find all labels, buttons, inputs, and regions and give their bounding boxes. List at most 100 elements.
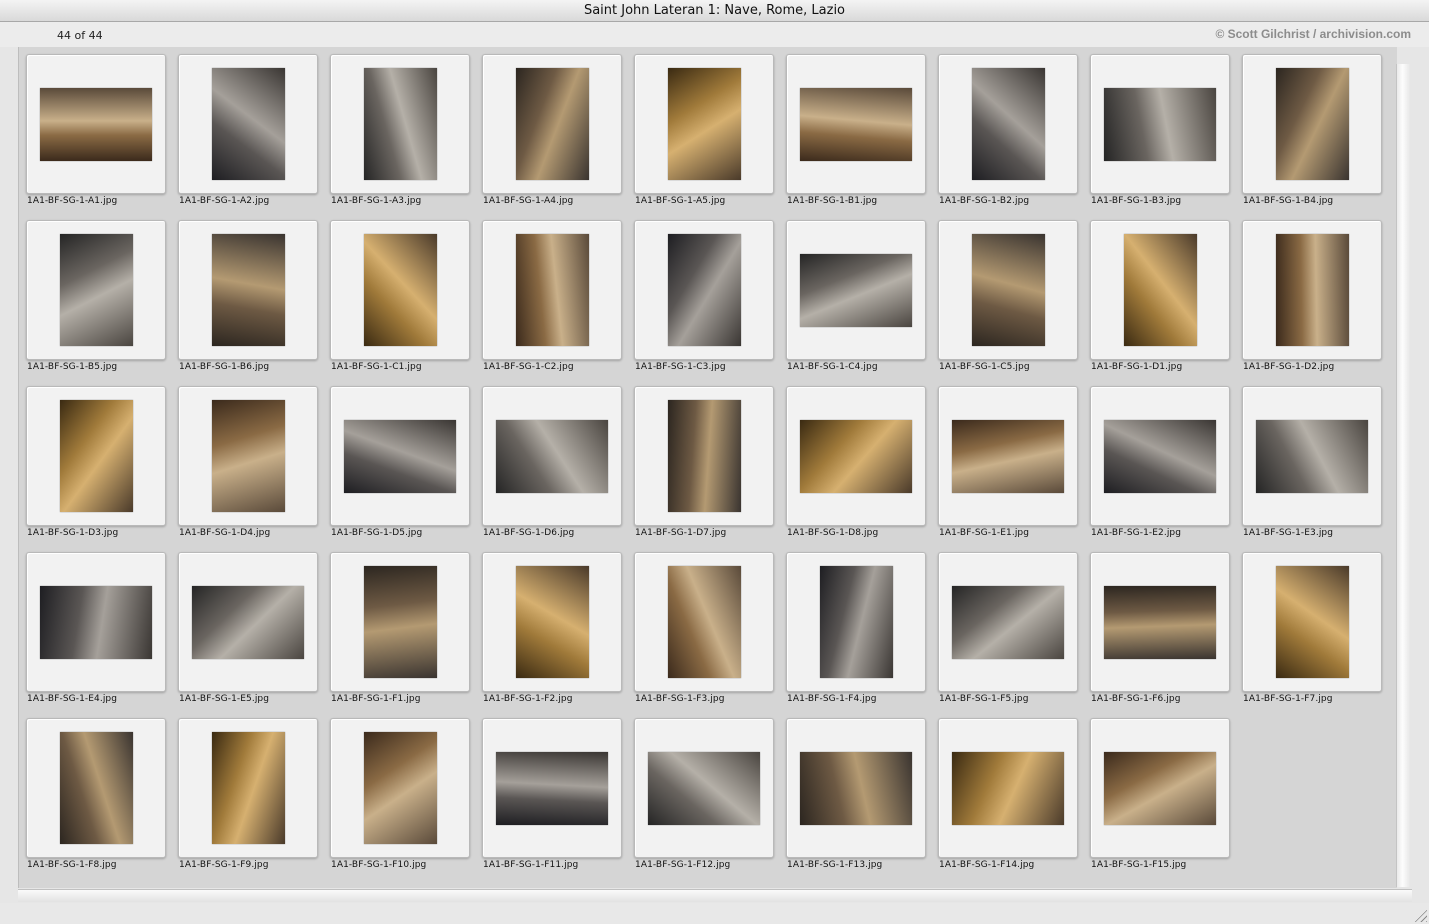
photo-thumbnail[interactable] [1276, 68, 1349, 180]
slide-mount[interactable] [1090, 220, 1230, 360]
slide-mount[interactable] [482, 220, 622, 360]
thumbnail-item[interactable]: 1A1-BF-SG-1-F1.jpg [330, 552, 470, 704]
thumbnail-item[interactable]: 1A1-BF-SG-1-D3.jpg [26, 386, 166, 538]
slide-mount[interactable] [178, 220, 318, 360]
thumbnail-item[interactable]: 1A1-BF-SG-1-F3.jpg [634, 552, 774, 704]
thumbnail-item[interactable]: 1A1-BF-SG-1-B5.jpg [26, 220, 166, 372]
slide-mount[interactable] [938, 220, 1078, 360]
photo-thumbnail[interactable] [800, 420, 912, 493]
thumbnail-item[interactable]: 1A1-BF-SG-1-C3.jpg [634, 220, 774, 372]
slide-mount[interactable] [26, 552, 166, 692]
thumbnail-item[interactable]: 1A1-BF-SG-1-F13.jpg [786, 718, 926, 870]
thumbnail-item[interactable]: 1A1-BF-SG-1-D7.jpg [634, 386, 774, 538]
thumbnail-item[interactable]: 1A1-BF-SG-1-F7.jpg [1242, 552, 1382, 704]
photo-thumbnail[interactable] [60, 234, 133, 346]
photo-thumbnail[interactable] [1104, 420, 1216, 493]
slide-mount[interactable] [1090, 552, 1230, 692]
slide-mount[interactable] [786, 54, 926, 194]
photo-thumbnail[interactable] [60, 732, 133, 844]
slide-mount[interactable] [938, 54, 1078, 194]
slide-mount[interactable] [482, 552, 622, 692]
photo-thumbnail[interactable] [648, 752, 760, 825]
thumbnail-item[interactable]: 1A1-BF-SG-1-C1.jpg [330, 220, 470, 372]
slide-mount[interactable] [1242, 54, 1382, 194]
thumbnail-item[interactable]: 1A1-BF-SG-1-F12.jpg [634, 718, 774, 870]
photo-thumbnail[interactable] [800, 254, 912, 327]
thumbnail-item[interactable]: 1A1-BF-SG-1-F10.jpg [330, 718, 470, 870]
thumbnail-item[interactable]: 1A1-BF-SG-1-F5.jpg [938, 552, 1078, 704]
thumbnail-item[interactable]: 1A1-BF-SG-1-B6.jpg [178, 220, 318, 372]
photo-thumbnail[interactable] [1124, 234, 1197, 346]
slide-mount[interactable] [178, 552, 318, 692]
slide-mount[interactable] [786, 552, 926, 692]
photo-thumbnail[interactable] [60, 400, 133, 512]
thumbnail-item[interactable]: 1A1-BF-SG-1-F15.jpg [1090, 718, 1230, 870]
slide-mount[interactable] [1090, 386, 1230, 526]
photo-thumbnail[interactable] [364, 68, 437, 180]
photo-thumbnail[interactable] [972, 234, 1045, 346]
thumbnail-item[interactable]: 1A1-BF-SG-1-A2.jpg [178, 54, 318, 206]
thumbnail-item[interactable]: 1A1-BF-SG-1-D4.jpg [178, 386, 318, 538]
photo-thumbnail[interactable] [952, 586, 1064, 659]
photo-thumbnail[interactable] [496, 752, 608, 825]
thumbnail-item[interactable]: 1A1-BF-SG-1-D2.jpg [1242, 220, 1382, 372]
thumbnail-item[interactable]: 1A1-BF-SG-1-D6.jpg [482, 386, 622, 538]
slide-mount[interactable] [330, 718, 470, 858]
photo-thumbnail[interactable] [364, 234, 437, 346]
slide-mount[interactable] [330, 54, 470, 194]
slide-mount[interactable] [938, 718, 1078, 858]
photo-thumbnail[interactable] [668, 234, 741, 346]
photo-thumbnail[interactable] [1256, 420, 1368, 493]
thumbnail-item[interactable]: 1A1-BF-SG-1-F4.jpg [786, 552, 926, 704]
photo-thumbnail[interactable] [364, 732, 437, 844]
horizontal-scrollbar[interactable] [18, 889, 1412, 902]
thumbnail-item[interactable]: 1A1-BF-SG-1-F2.jpg [482, 552, 622, 704]
thumbnail-item[interactable]: 1A1-BF-SG-1-F9.jpg [178, 718, 318, 870]
photo-thumbnail[interactable] [40, 586, 152, 659]
thumbnail-item[interactable]: 1A1-BF-SG-1-F11.jpg [482, 718, 622, 870]
thumbnail-item[interactable]: 1A1-BF-SG-1-A3.jpg [330, 54, 470, 206]
slide-mount[interactable] [330, 552, 470, 692]
slide-mount[interactable] [26, 220, 166, 360]
slide-mount[interactable] [26, 54, 166, 194]
slide-mount[interactable] [634, 220, 774, 360]
slide-mount[interactable] [26, 386, 166, 526]
thumbnail-item[interactable]: 1A1-BF-SG-1-B4.jpg [1242, 54, 1382, 206]
photo-thumbnail[interactable] [192, 586, 304, 659]
thumbnail-item[interactable]: 1A1-BF-SG-1-F8.jpg [26, 718, 166, 870]
slide-mount[interactable] [786, 386, 926, 526]
photo-thumbnail[interactable] [1276, 566, 1349, 678]
photo-thumbnail[interactable] [212, 68, 285, 180]
slide-mount[interactable] [786, 220, 926, 360]
thumbnail-item[interactable]: 1A1-BF-SG-1-E4.jpg [26, 552, 166, 704]
slide-mount[interactable] [634, 54, 774, 194]
slide-mount[interactable] [938, 552, 1078, 692]
slide-mount[interactable] [634, 552, 774, 692]
photo-thumbnail[interactable] [952, 420, 1064, 493]
slide-mount[interactable] [482, 718, 622, 858]
slide-mount[interactable] [1242, 552, 1382, 692]
thumbnail-item[interactable]: 1A1-BF-SG-1-D5.jpg [330, 386, 470, 538]
photo-thumbnail[interactable] [212, 234, 285, 346]
slide-mount[interactable] [1090, 54, 1230, 194]
photo-thumbnail[interactable] [1104, 752, 1216, 825]
thumbnail-item[interactable]: 1A1-BF-SG-1-D1.jpg [1090, 220, 1230, 372]
slide-mount[interactable] [482, 386, 622, 526]
slide-mount[interactable] [178, 54, 318, 194]
photo-thumbnail[interactable] [1276, 234, 1349, 346]
photo-thumbnail[interactable] [212, 732, 285, 844]
photo-thumbnail[interactable] [364, 566, 437, 678]
slide-mount[interactable] [1242, 220, 1382, 360]
thumbnail-item[interactable]: 1A1-BF-SG-1-C4.jpg [786, 220, 926, 372]
slide-mount[interactable] [938, 386, 1078, 526]
photo-thumbnail[interactable] [212, 400, 285, 512]
photo-thumbnail[interactable] [972, 68, 1045, 180]
photo-thumbnail[interactable] [344, 420, 456, 493]
thumbnail-item[interactable]: 1A1-BF-SG-1-E1.jpg [938, 386, 1078, 538]
thumbnail-item[interactable]: 1A1-BF-SG-1-B1.jpg [786, 54, 926, 206]
thumbnail-item[interactable]: 1A1-BF-SG-1-C5.jpg [938, 220, 1078, 372]
slide-mount[interactable] [178, 386, 318, 526]
thumbnail-item[interactable]: 1A1-BF-SG-1-A5.jpg [634, 54, 774, 206]
thumbnail-item[interactable]: 1A1-BF-SG-1-F6.jpg [1090, 552, 1230, 704]
thumbnail-item[interactable]: 1A1-BF-SG-1-C2.jpg [482, 220, 622, 372]
